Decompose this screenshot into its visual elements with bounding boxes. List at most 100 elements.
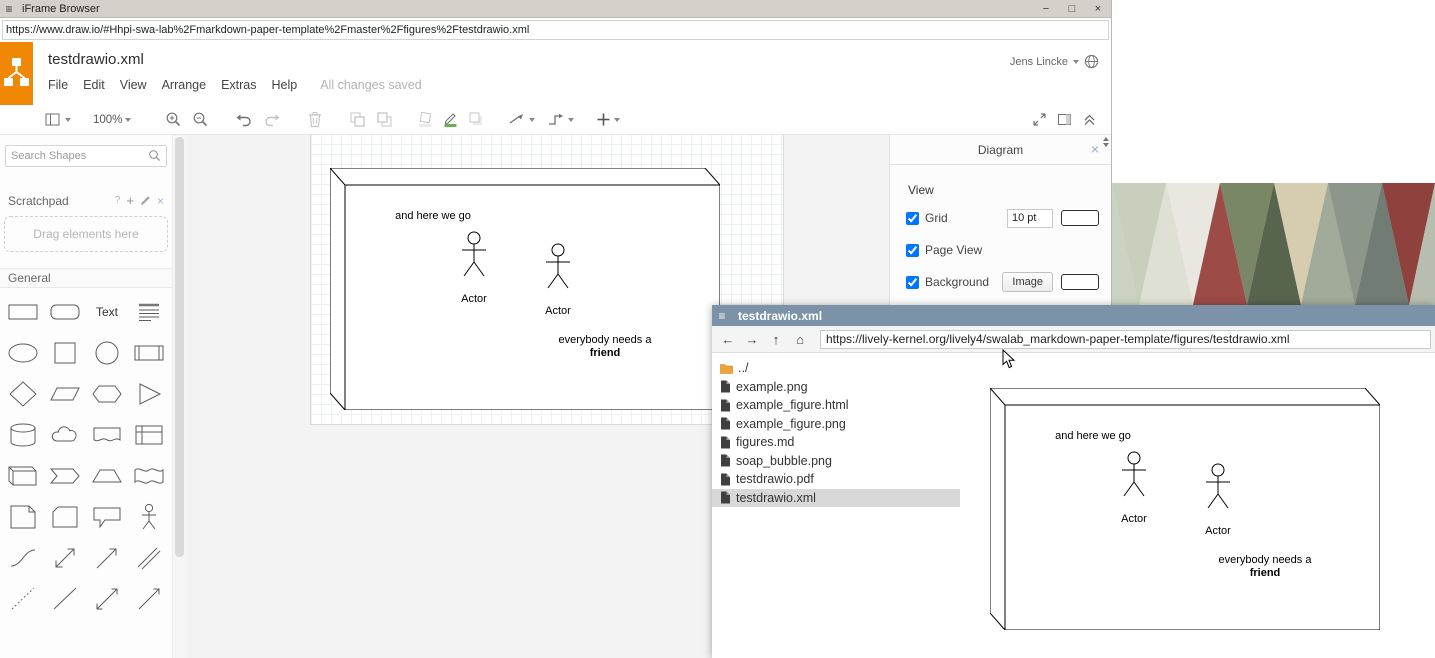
shadow-button[interactable] [467, 111, 484, 128]
shape-note[interactable] [2, 496, 44, 537]
shape-process[interactable] [128, 332, 170, 373]
shape-diamond[interactable] [2, 373, 44, 414]
undo-button[interactable] [235, 111, 253, 128]
shape-ellipse[interactable] [2, 332, 44, 373]
section-general[interactable]: General [0, 268, 172, 288]
zoom-dropdown[interactable]: 100% [93, 114, 131, 126]
insert-button[interactable] [596, 112, 620, 127]
url-input[interactable]: https://www.draw.io/#Hhpi-swa-lab%2Fmark… [2, 20, 1109, 40]
back-icon[interactable]: ← [718, 329, 738, 349]
search-shapes-input[interactable] [5, 145, 167, 167]
line-color-button[interactable] [442, 111, 459, 128]
shape-cylinder[interactable] [2, 414, 44, 455]
shape-link[interactable] [128, 537, 170, 578]
scrollbar-thumb[interactable] [175, 137, 184, 557]
waypoints-button[interactable] [547, 112, 574, 127]
shape-directional-connector[interactable] [128, 578, 170, 619]
tab-diagram[interactable]: Diagram [978, 143, 1023, 157]
shape-bidirectional-arrow[interactable] [44, 537, 86, 578]
list-item[interactable]: example.png [712, 378, 960, 397]
shape-dashed-line[interactable] [2, 578, 44, 619]
forward-icon[interactable]: → [742, 329, 762, 349]
menu-view[interactable]: View [120, 78, 147, 92]
grid-color-swatch[interactable] [1061, 210, 1099, 226]
shape-card[interactable] [44, 496, 86, 537]
list-item[interactable]: example_figure.png [712, 415, 960, 434]
shape-cloud[interactable] [44, 414, 86, 455]
shape-callout[interactable] [86, 496, 128, 537]
page-view-checkbox[interactable] [906, 244, 919, 257]
shape-actor[interactable] [128, 496, 170, 537]
shape-tape[interactable] [128, 455, 170, 496]
page-view-button[interactable] [44, 112, 71, 128]
shape-bidirectional-connector[interactable] [86, 578, 128, 619]
maximize-icon[interactable]: □ [1059, 0, 1085, 18]
hamburger-icon[interactable]: ≡ [0, 2, 18, 16]
close-icon[interactable]: × [157, 194, 164, 208]
globe-icon[interactable] [1084, 54, 1099, 69]
menu-help[interactable]: Help [272, 78, 298, 92]
edit-pencil-icon[interactable] [140, 195, 151, 206]
shape-hexagon[interactable] [86, 373, 128, 414]
background-checkbox[interactable] [906, 276, 919, 289]
to-back-button[interactable] [376, 111, 393, 128]
zoom-out-button[interactable] [192, 111, 209, 128]
collapse-toolbar-icon[interactable] [1082, 112, 1097, 127]
fullscreen-icon[interactable] [1032, 112, 1047, 127]
fill-color-button[interactable] [417, 111, 434, 128]
shape-arrow[interactable] [86, 537, 128, 578]
shape-line[interactable] [44, 578, 86, 619]
connection-button[interactable] [508, 112, 535, 127]
list-item-selected[interactable]: testdrawio.xml [712, 489, 960, 508]
list-item[interactable]: testdrawio.pdf [712, 470, 960, 489]
spinner-icons[interactable] [1103, 137, 1109, 147]
shape-parallelogram[interactable] [44, 373, 86, 414]
shape-rectangle[interactable] [2, 291, 44, 332]
user-menu[interactable]: Jens Lincke [1010, 54, 1099, 69]
redo-button[interactable] [263, 111, 281, 128]
image-button[interactable]: Image [1002, 272, 1053, 292]
scratchpad-dropzone[interactable]: Drag elements here [4, 216, 168, 252]
menu-extras[interactable]: Extras [221, 78, 256, 92]
shape-rounded-rectangle[interactable] [44, 291, 86, 332]
zoom-in-button[interactable] [165, 111, 182, 128]
hamburger-icon[interactable]: ≡ [712, 309, 732, 323]
to-front-button[interactable] [349, 111, 366, 128]
home-icon[interactable]: ⌂ [790, 329, 810, 349]
chevron-down-icon [65, 118, 71, 122]
add-icon[interactable]: + [126, 193, 134, 208]
shape-cube[interactable] [2, 455, 44, 496]
shape-square[interactable] [44, 332, 86, 373]
list-item[interactable]: example_figure.html [712, 396, 960, 415]
menu-edit[interactable]: Edit [83, 78, 105, 92]
diagram[interactable]: and here we go Actor [330, 168, 720, 410]
list-item[interactable]: soap_bubble.png [712, 452, 960, 471]
delete-button[interactable] [307, 111, 323, 128]
list-item[interactable]: figures.md [712, 433, 960, 452]
format-panel-toggle-icon[interactable] [1057, 112, 1072, 127]
shape-text[interactable]: Text [86, 291, 128, 332]
shape-textbox[interactable] [128, 291, 170, 332]
shape-step[interactable] [44, 455, 86, 496]
help-icon[interactable]: ? [115, 195, 121, 206]
shape-document[interactable] [86, 414, 128, 455]
close-icon[interactable]: × [1091, 141, 1099, 157]
sidebar-scrollbar[interactable] [172, 135, 186, 658]
file-window-titlebar[interactable]: ≡ testdrawio.xml [712, 305, 1435, 326]
file-url-input[interactable]: https://lively-kernel.org/lively4/swalab… [820, 330, 1431, 349]
shape-internal-storage[interactable] [128, 414, 170, 455]
window-titlebar[interactable]: ≡ iFrame Browser − □ × [0, 0, 1111, 18]
grid-size-input[interactable]: 10 pt [1007, 209, 1053, 228]
shape-circle[interactable] [86, 332, 128, 373]
shape-triangle[interactable] [128, 373, 170, 414]
background-color-swatch[interactable] [1061, 274, 1099, 290]
list-item[interactable]: ../ [712, 359, 960, 378]
shape-trapezoid[interactable] [86, 455, 128, 496]
menu-arrange[interactable]: Arrange [162, 78, 206, 92]
shape-curve[interactable] [2, 537, 44, 578]
minimize-icon[interactable]: − [1033, 0, 1059, 18]
close-icon[interactable]: × [1085, 0, 1111, 18]
up-icon[interactable]: ↑ [766, 329, 786, 349]
grid-checkbox[interactable] [906, 212, 919, 225]
menu-file[interactable]: File [48, 78, 68, 92]
